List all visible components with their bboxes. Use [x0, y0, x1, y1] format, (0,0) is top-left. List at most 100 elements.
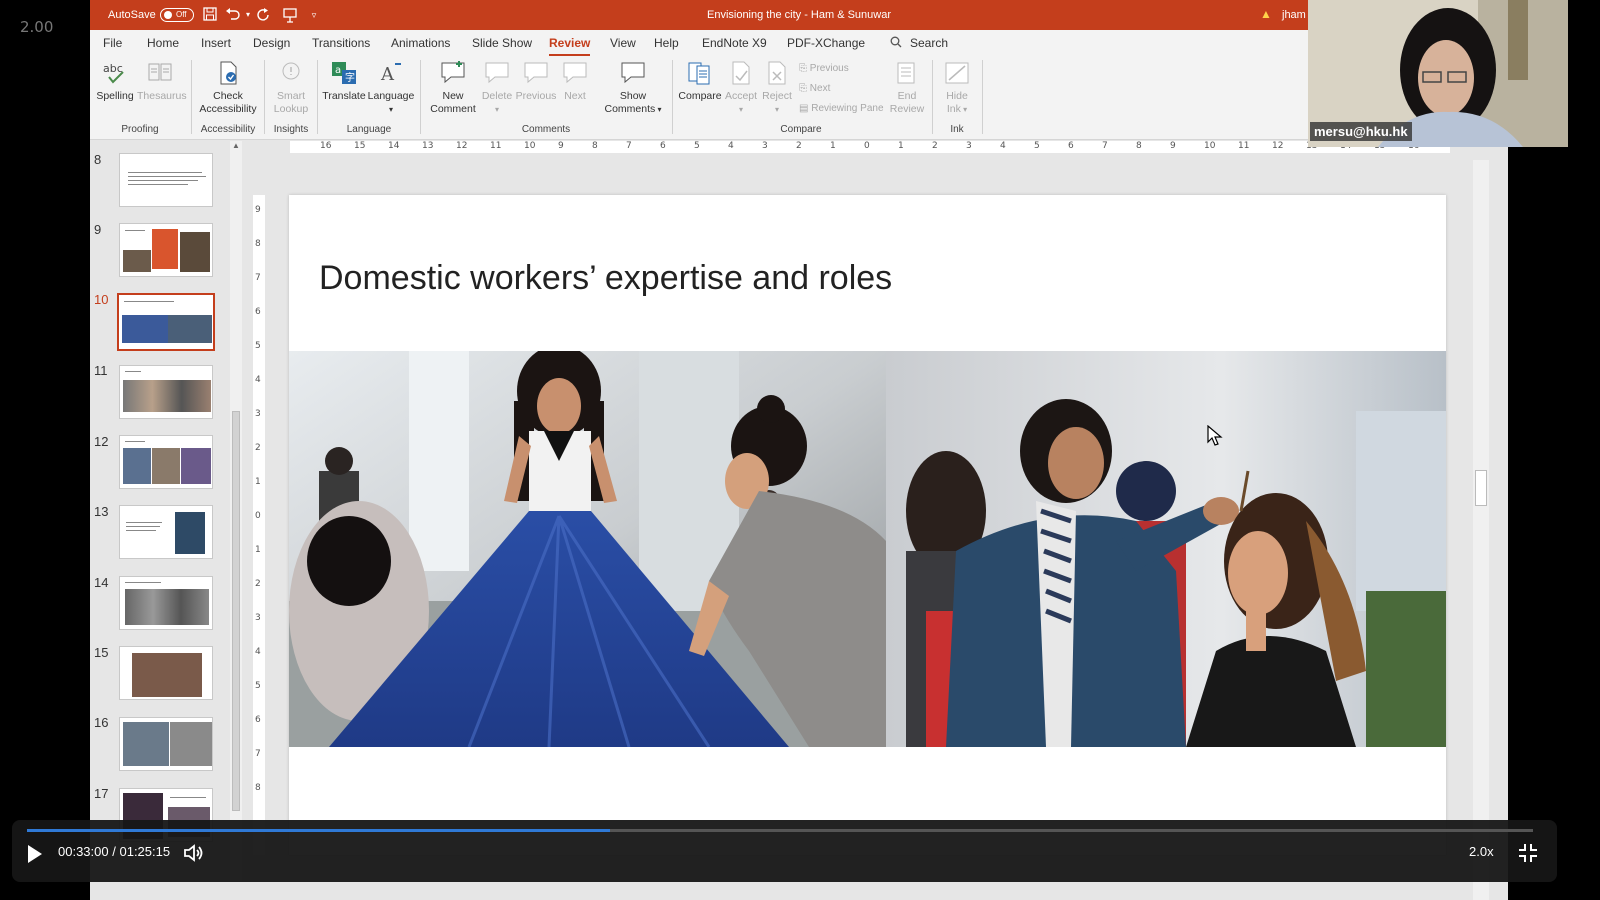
- slide-thumbnail-10[interactable]: [117, 293, 215, 351]
- previous-comment-button[interactable]: Previous: [515, 60, 557, 103]
- thumbnail-scroll-thumb[interactable]: [232, 411, 240, 811]
- accept-icon: [732, 61, 750, 85]
- tab-slide-show[interactable]: Slide Show: [472, 30, 532, 56]
- search-box[interactable]: Search: [890, 30, 948, 56]
- tab-design[interactable]: Design: [253, 30, 290, 56]
- ruler-tick-label: 11: [490, 141, 502, 151]
- ruler-tick-label: 3: [966, 141, 972, 151]
- hide-ink-line2: Ink: [946, 103, 961, 115]
- photo-blue-dress[interactable]: [289, 351, 886, 747]
- ruler-tick-label: 2: [255, 443, 261, 453]
- ruler-tick-label: 4: [728, 141, 734, 151]
- tab-endnote[interactable]: EndNote X9: [702, 30, 767, 56]
- end-review-button[interactable]: End Review: [887, 60, 927, 116]
- tab-file[interactable]: File: [103, 30, 122, 56]
- new-comment-line2: Comment: [430, 103, 476, 115]
- reject-icon: [768, 61, 786, 85]
- new-comment-button[interactable]: New Comment: [426, 60, 480, 116]
- ruler-tick-label: 4: [255, 375, 261, 385]
- thumb-number: 17: [94, 786, 109, 801]
- compare-previous-button[interactable]: ⎘ Previous: [799, 62, 849, 75]
- tab-transitions[interactable]: Transitions: [312, 30, 370, 56]
- ruler-tick-label: 10: [524, 141, 536, 151]
- tab-insert[interactable]: Insert: [201, 30, 231, 56]
- show-comments-icon: [621, 62, 645, 84]
- tab-view[interactable]: View: [610, 30, 636, 56]
- ruler-tick-label: 4: [1000, 141, 1006, 151]
- exit-fullscreen-button[interactable]: [1517, 842, 1539, 864]
- show-comments-button[interactable]: Show Comments ▾: [598, 60, 668, 116]
- slide-thumbnail-13[interactable]: [119, 505, 213, 559]
- reviewing-pane-icon: ▤: [799, 103, 809, 114]
- svg-text:abc: abc: [103, 62, 123, 75]
- slide-thumbnail-15[interactable]: [119, 646, 213, 700]
- insights-group-label: Insights: [273, 124, 309, 135]
- reject-button[interactable]: Reject ▾: [759, 60, 795, 116]
- ruler-tick-label: 7: [626, 141, 632, 151]
- tab-review[interactable]: Review: [549, 30, 591, 56]
- tab-animations[interactable]: Animations: [391, 30, 450, 56]
- translate-button[interactable]: a字 Translate: [322, 60, 366, 103]
- ink-group-label: Ink: [950, 124, 964, 135]
- ruler-tick-label: 1: [255, 477, 261, 487]
- delete-label: Delete: [481, 90, 513, 102]
- slide-scroll-thumb[interactable]: [1475, 470, 1487, 506]
- powerpoint-window: AutoSave Off ▾ ▿ Envisioning the city - …: [90, 0, 1508, 900]
- tab-pdf-xchange[interactable]: PDF-XChange: [787, 30, 865, 56]
- ruler-tick-label: 8: [592, 141, 598, 151]
- slide-thumbnail-11[interactable]: [119, 365, 213, 419]
- warning-icon[interactable]: ▲: [1260, 7, 1274, 21]
- thesaurus-button[interactable]: Thesaurus: [137, 60, 187, 103]
- ruler-tick-label: 1: [830, 141, 836, 151]
- tab-help[interactable]: Help: [654, 30, 679, 56]
- total-time: 01:25:15: [119, 844, 171, 859]
- thumb-number: 15: [94, 645, 109, 660]
- new-comment-icon: [441, 61, 465, 84]
- slide-scrollbar[interactable]: [1473, 160, 1489, 900]
- compare-button[interactable]: Compare: [676, 60, 724, 103]
- user-name[interactable]: jham: [1282, 0, 1306, 30]
- delete-comment-button[interactable]: Delete ▾: [478, 60, 516, 116]
- thesaurus-label: Thesaurus: [137, 90, 187, 102]
- ruler-tick-label: 16: [320, 141, 332, 151]
- next-label: Next: [564, 90, 586, 102]
- hide-ink-icon: [945, 62, 969, 84]
- playback-rate-button[interactable]: 2.0x: [1469, 844, 1494, 859]
- reviewing-pane-button[interactable]: ▤ Reviewing Pane: [799, 102, 884, 115]
- slide-thumbnail-16[interactable]: [119, 717, 213, 771]
- scroll-up-arrow-icon[interactable]: ▲: [230, 141, 242, 150]
- slide-title[interactable]: Domestic workers’ expertise and roles: [319, 259, 892, 298]
- next-comment-button[interactable]: Next: [558, 60, 592, 103]
- search-icon: [890, 36, 902, 48]
- group-divider: [932, 60, 933, 134]
- ruler-tick-label: 6: [660, 141, 666, 151]
- show-comments-line2: Comments: [604, 103, 656, 115]
- review-ribbon: abc Spelling Thesaurus Proofing Check Ac…: [90, 56, 1508, 140]
- slide-thumbnail-12[interactable]: [119, 435, 213, 489]
- volume-button[interactable]: [182, 841, 206, 865]
- check-accessibility-button[interactable]: Check Accessibility: [196, 60, 260, 116]
- ruler-tick-label: 13: [422, 141, 434, 151]
- title-bar: AutoSave Off ▾ ▿ Envisioning the city - …: [90, 0, 1508, 30]
- photo-makeup-artist[interactable]: [886, 351, 1446, 747]
- tab-home[interactable]: Home: [147, 30, 179, 56]
- thesaurus-icon: [148, 63, 172, 81]
- ruler-tick-label: 5: [694, 141, 700, 151]
- spelling-button[interactable]: abc Spelling: [96, 60, 134, 103]
- translate-icon: a字: [332, 62, 356, 84]
- slide-thumbnail-8[interactable]: [119, 153, 213, 207]
- slide-thumbnail-pane: 8 9 10 11 12 13 14 15 16 17: [90, 141, 245, 900]
- current-slide[interactable]: Domestic workers’ expertise and roles: [289, 195, 1446, 855]
- progress-bar[interactable]: [27, 829, 1533, 832]
- language-button[interactable]: A Language ▾: [366, 60, 416, 116]
- smart-lookup-button[interactable]: Smart Lookup: [268, 60, 314, 116]
- hide-ink-button[interactable]: Hide Ink ▾: [937, 60, 977, 116]
- thumbnail-scrollbar[interactable]: [230, 141, 242, 881]
- slide-thumbnail-9[interactable]: [119, 223, 213, 277]
- play-button[interactable]: [22, 842, 46, 866]
- ruler-tick-label: 5: [1034, 141, 1040, 151]
- compare-next-button[interactable]: ⎘ Next: [799, 82, 830, 95]
- slide-thumbnail-14[interactable]: [119, 576, 213, 630]
- accept-button[interactable]: Accept ▾: [722, 60, 760, 116]
- next-comment-icon: [563, 62, 587, 84]
